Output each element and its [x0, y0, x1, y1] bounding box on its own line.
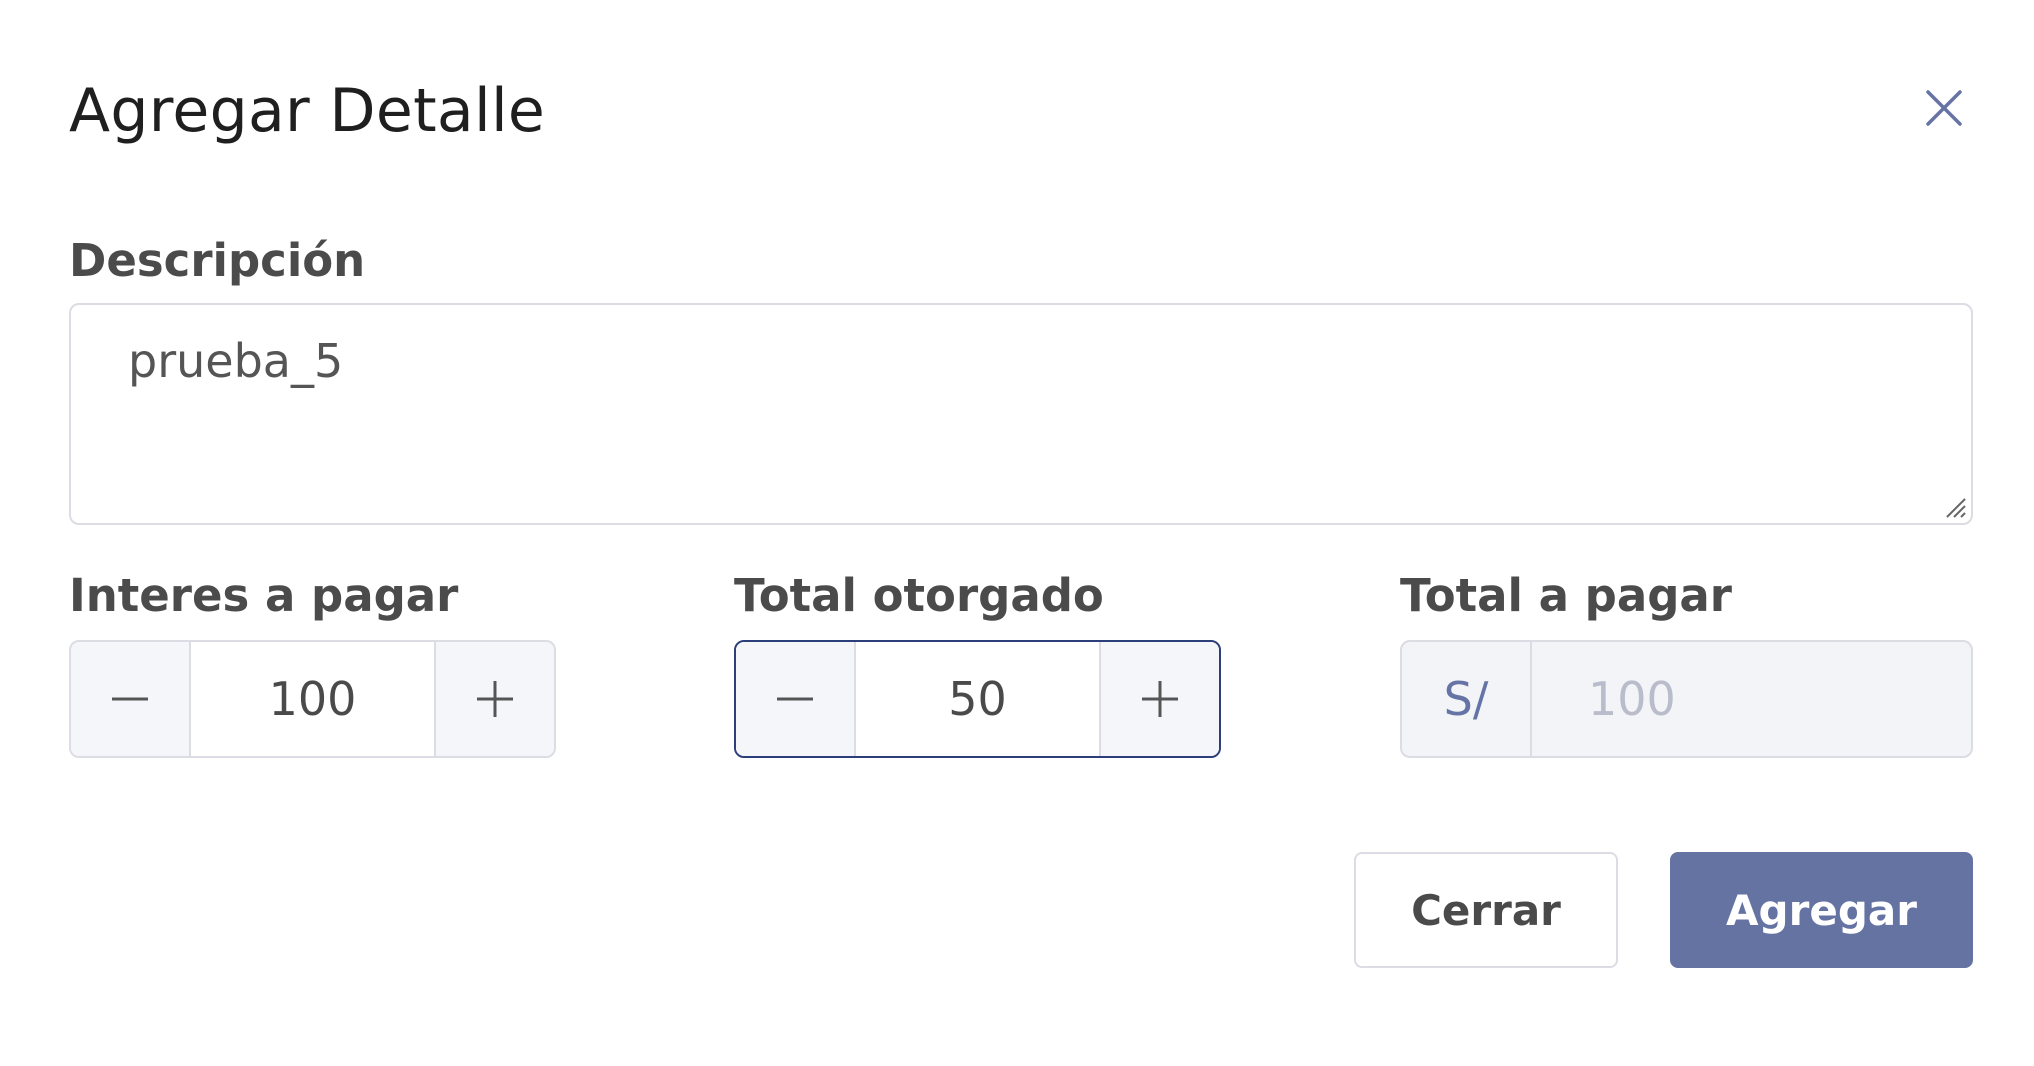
close-icon: [1926, 90, 1962, 126]
interes-decrement-button[interactable]: [71, 642, 191, 756]
minus-icon: [777, 697, 813, 701]
descripcion-label: Descripción: [69, 234, 366, 287]
otorgado-label: Total otorgado: [734, 569, 1104, 622]
total-label: Total a pagar: [1400, 569, 1732, 622]
otorgado-decrement-button[interactable]: [736, 642, 856, 756]
cerrar-button[interactable]: Cerrar: [1354, 852, 1618, 968]
otorgado-stepper: 50: [734, 640, 1221, 758]
plus-icon: [1142, 681, 1178, 717]
interes-label: Interes a pagar: [69, 569, 459, 622]
dialog-title: Agregar Detalle: [69, 76, 546, 146]
add-detail-dialog: Agregar Detalle Descripción prueba_5 Int…: [0, 0, 2034, 1066]
interes-input[interactable]: 100: [191, 642, 434, 756]
plus-icon: [477, 681, 513, 717]
total-input: 100: [1588, 672, 1676, 726]
resize-grip-icon[interactable]: [1941, 493, 1967, 519]
interes-increment-button[interactable]: [434, 642, 554, 756]
otorgado-increment-button[interactable]: [1099, 642, 1219, 756]
total-field: S/ 100: [1400, 640, 1973, 758]
agregar-button[interactable]: Agregar: [1670, 852, 1973, 968]
descripcion-value: prueba_5: [128, 334, 344, 388]
otorgado-input[interactable]: 50: [856, 642, 1099, 756]
minus-icon: [112, 697, 148, 701]
currency-prefix: S/: [1402, 642, 1532, 756]
descripcion-textarea[interactable]: prueba_5: [69, 303, 1973, 525]
interes-stepper: 100: [69, 640, 556, 758]
close-button[interactable]: [1918, 82, 1970, 134]
